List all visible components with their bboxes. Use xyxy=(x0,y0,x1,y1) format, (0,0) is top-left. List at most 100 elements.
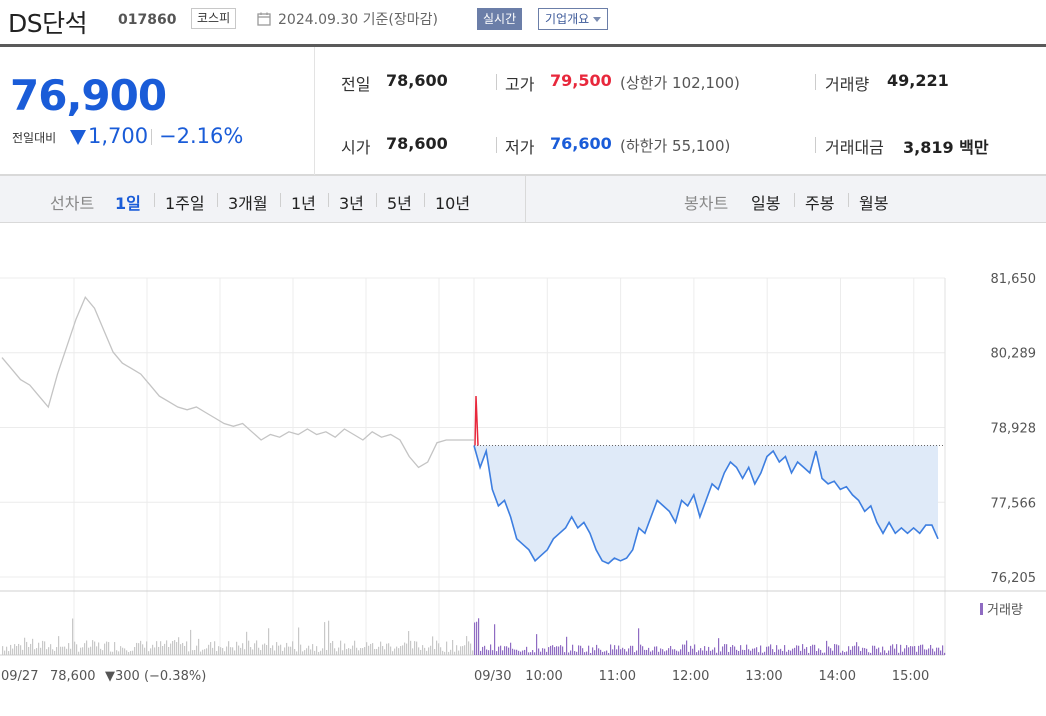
volume-bar xyxy=(670,645,672,655)
volume-bar xyxy=(906,645,908,655)
line-chart-title: 선차트 xyxy=(50,194,95,213)
volume-bar xyxy=(20,645,22,655)
chart-tabs: 선차트 1일 1주일 3개월 1년 3년 5년 10년 봉차트 일봉 주봉 월봉 xyxy=(0,175,1046,223)
volume-bar xyxy=(562,646,564,655)
volume-bar xyxy=(462,646,464,655)
volume-bar xyxy=(610,644,612,655)
volume-bar xyxy=(616,649,618,655)
volume-bar xyxy=(922,644,924,655)
tab-3y[interactable]: 3년 xyxy=(339,190,364,214)
volume-bar xyxy=(482,646,484,655)
divider xyxy=(496,137,497,153)
volume-bar xyxy=(704,646,706,655)
stock-name: DS단석 xyxy=(8,9,88,38)
volume-bar xyxy=(354,640,356,655)
volume-bar xyxy=(788,649,790,655)
volume-bar xyxy=(808,652,810,655)
price-chart[interactable]: 81,650 80,289 78,928 77,566 76,205 거래량 09/27 78… xyxy=(0,224,1046,699)
volume-bar xyxy=(430,645,432,655)
volume-bar xyxy=(364,647,366,655)
volume-bar xyxy=(198,638,200,655)
volume-bar xyxy=(218,646,220,655)
volume-bar xyxy=(878,647,880,655)
prev-close-label: 전일 xyxy=(341,75,371,94)
change-label: 전일대비 xyxy=(12,131,57,145)
tab-1y[interactable]: 1년 xyxy=(291,190,316,214)
volume-bar xyxy=(714,647,716,655)
volume-bar xyxy=(684,644,686,655)
volume-bar xyxy=(556,646,558,655)
volume-bar xyxy=(522,650,524,655)
volume-bar xyxy=(822,652,824,655)
volume-bar xyxy=(732,645,734,655)
volume-bar xyxy=(880,652,882,655)
volume-bar xyxy=(730,646,732,655)
volume-bar xyxy=(792,648,794,655)
volume-bar xyxy=(898,652,900,655)
volume-bar xyxy=(236,641,238,655)
volume-bar xyxy=(332,641,334,655)
volume-bar xyxy=(492,650,494,655)
volume-bar xyxy=(646,649,648,655)
tab-monthly-candle[interactable]: 월봉 xyxy=(859,190,888,214)
volume-bar xyxy=(88,647,90,655)
volume-bar xyxy=(572,644,574,655)
volume-bar xyxy=(790,650,792,655)
volume-bar xyxy=(306,648,308,655)
prev-day-price-line xyxy=(1,295,474,469)
volume-bar xyxy=(318,651,320,655)
volume-bar xyxy=(678,651,680,655)
volume-bar xyxy=(234,650,236,655)
volume-bar xyxy=(232,647,234,655)
change-rate: −2.16% xyxy=(159,124,244,148)
volume-bar xyxy=(216,650,218,655)
volume-bar xyxy=(702,650,704,655)
volume-bar xyxy=(14,644,16,655)
tab-5y[interactable]: 5년 xyxy=(387,190,412,214)
volume-bar xyxy=(534,652,536,655)
volume-bar xyxy=(928,648,930,655)
volume-bar xyxy=(746,644,748,655)
volume-bar xyxy=(650,651,652,655)
volume-bar xyxy=(658,651,660,655)
volume-bar xyxy=(810,646,812,655)
volume-bar xyxy=(504,646,506,655)
volume-bar xyxy=(156,641,158,655)
volume-bar xyxy=(756,647,758,655)
volume-bar xyxy=(686,640,688,655)
volume-bar xyxy=(778,649,780,655)
lower-limit: (하한가 55,100) xyxy=(620,137,731,155)
volume-bar xyxy=(602,651,604,655)
tab-1d[interactable]: 1일 xyxy=(115,190,141,214)
volume-bar xyxy=(362,648,364,655)
tab-1w[interactable]: 1주일 xyxy=(165,190,205,214)
volume-bar xyxy=(812,644,814,655)
volume-bar xyxy=(202,649,204,655)
volume-bar xyxy=(802,644,804,655)
x-tick-label: 12:00 xyxy=(672,669,709,684)
volume-bar xyxy=(40,647,42,655)
volume-bar xyxy=(346,649,348,655)
volume-bar xyxy=(600,649,602,655)
volume-bar xyxy=(386,643,388,655)
volume-bar xyxy=(280,644,282,655)
volume-bar xyxy=(578,645,580,655)
tab-10y[interactable]: 10년 xyxy=(435,190,470,214)
volume-bar xyxy=(92,640,94,655)
volume-bar xyxy=(428,647,430,655)
volume-bar xyxy=(624,649,626,655)
tab-3m[interactable]: 3개월 xyxy=(228,190,268,214)
tab-daily-candle[interactable]: 일봉 xyxy=(751,190,780,214)
volume-bar xyxy=(286,642,288,655)
x-tick-label: 10:00 xyxy=(525,669,562,684)
volume-bar xyxy=(786,651,788,655)
realtime-button[interactable]: 실시간 xyxy=(477,8,523,30)
tab-weekly-candle[interactable]: 주봉 xyxy=(805,190,834,214)
volume-bar xyxy=(868,652,870,655)
volume-bar xyxy=(606,650,608,655)
volume-bar xyxy=(302,651,304,655)
prev-day-change-label: ▼300 (−0.38%) xyxy=(105,669,206,684)
company-overview-dropdown[interactable]: 기업개요 xyxy=(538,8,609,30)
volume-bar xyxy=(564,652,566,655)
volume-bar xyxy=(50,644,52,655)
